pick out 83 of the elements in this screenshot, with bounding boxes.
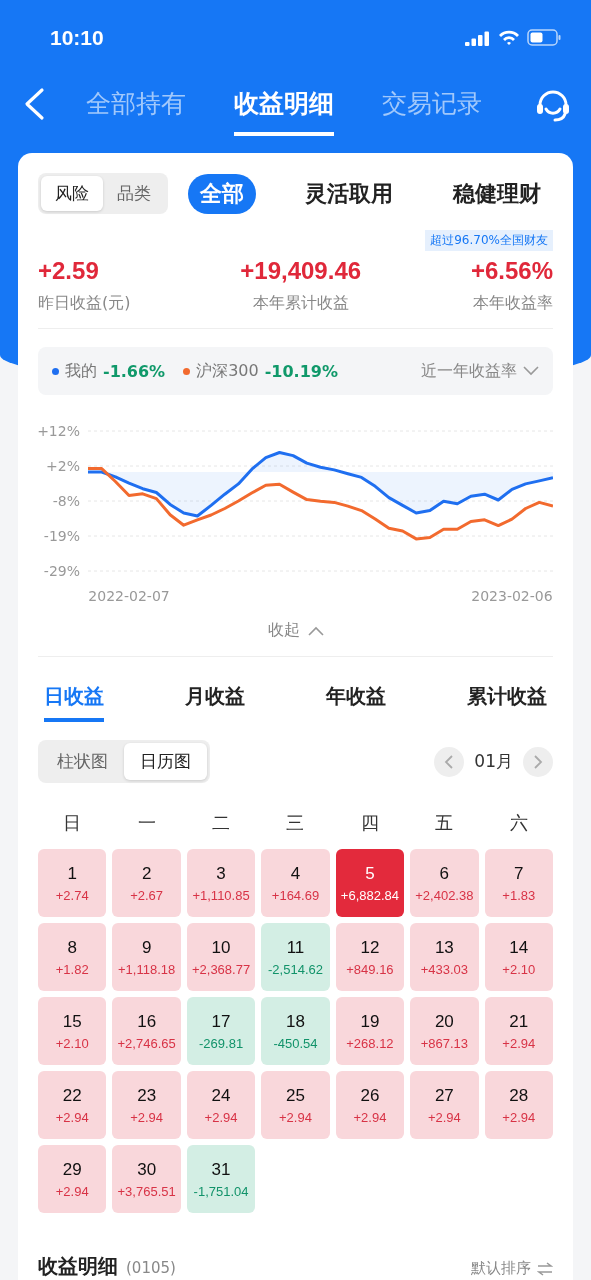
rank-badge: 超过96.70%全国财友 <box>425 230 553 251</box>
headset-icon[interactable] <box>535 89 571 123</box>
calendar-day[interactable]: 7 +1.83 <box>484 849 553 917</box>
calendar-day[interactable]: 14 +2.10 <box>484 923 553 991</box>
axis-label: -8% <box>52 493 80 509</box>
axis-label: -29% <box>43 563 80 579</box>
weekday-label: 二 <box>212 811 231 835</box>
chevron-down-icon <box>523 366 539 376</box>
sort-button[interactable]: 默认排序 <box>471 1259 553 1278</box>
weekday-label: 一 <box>137 811 156 835</box>
record-count: (0105) <box>126 1259 176 1277</box>
calendar-day[interactable]: 2 +2.67 <box>112 849 181 917</box>
weekday-label: 四 <box>360 811 379 835</box>
calendar-day[interactable]: 18 -450.54 <box>261 997 330 1065</box>
view-option[interactable]: 柱状图 <box>41 743 124 780</box>
calendar-day[interactable]: 21 +2.94 <box>484 997 553 1065</box>
legend-value: -1.66% <box>103 361 166 381</box>
section-title: 收益明细 <box>38 1253 118 1280</box>
month-label: 01月 <box>474 750 513 773</box>
calendar-day[interactable]: 4 +164.69 <box>261 849 330 917</box>
calendar-day[interactable]: 30 +3,765.51 <box>112 1145 181 1213</box>
legend-name: 我的 <box>65 360 97 382</box>
stat-value: +19,409.46 <box>240 257 362 285</box>
chevron-left-icon <box>444 753 455 770</box>
stat-value: +6.56% <box>470 257 553 285</box>
axis-label: +2% <box>46 458 80 474</box>
category-tab[interactable]: 全部 <box>188 173 256 214</box>
legend-value: -10.19% <box>264 361 338 381</box>
chevron-up-icon <box>307 625 324 636</box>
calendar-day[interactable]: 9 +1,118.18 <box>112 923 181 991</box>
legend-name: 沪深300 <box>196 360 259 382</box>
axis-label: -19% <box>43 528 80 544</box>
period-tab[interactable]: 累计收益 <box>467 683 547 722</box>
axis-label: +12% <box>38 423 80 439</box>
segment-option[interactable]: 品类 <box>103 176 165 211</box>
axis-label: 2022-02-07 <box>88 588 170 604</box>
view-option[interactable]: 日历图 <box>124 743 207 780</box>
swap-icon <box>537 1261 553 1276</box>
axis-label: 2023-02-06 <box>471 588 553 604</box>
collapse-button[interactable]: 收起 <box>261 619 330 642</box>
category-tab[interactable]: 稳健理财 <box>441 173 553 214</box>
period-tab[interactable]: 日收益 <box>44 683 104 722</box>
battery-icon <box>527 29 561 46</box>
calendar-day[interactable]: 16 +2,746.65 <box>112 997 181 1065</box>
signal-icon <box>465 29 491 46</box>
calendar-day[interactable]: 3 +1,110.85 <box>186 849 256 917</box>
status-time: 10:10 <box>50 25 104 50</box>
stat-label: 昨日收益(元) <box>38 293 131 314</box>
stat-value: +2.59 <box>38 257 100 285</box>
calendar-day[interactable]: 15 +2.10 <box>38 997 107 1065</box>
calendar-day[interactable]: 8 +1.82 <box>38 923 107 991</box>
calendar-day[interactable]: 10 +2,368.77 <box>186 923 256 991</box>
calendar-day[interactable]: 23 +2.94 <box>112 1071 181 1139</box>
calendar-day[interactable]: 22 +2.94 <box>38 1071 107 1139</box>
calendar-day[interactable]: 28 +2.94 <box>484 1071 553 1139</box>
calendar-day[interactable]: 26 +2.94 <box>335 1071 405 1139</box>
calendar-day[interactable]: 19 +268.12 <box>335 997 405 1065</box>
calendar-day[interactable]: 24 +2.94 <box>186 1071 256 1139</box>
category-tab[interactable]: 灵活取用 <box>292 173 405 214</box>
weekday-label: 日 <box>63 811 82 835</box>
stat-label: 本年累计收益 <box>252 293 349 314</box>
chevron-right-icon <box>533 753 543 770</box>
calendar-day[interactable]: 12 +849.16 <box>335 923 405 991</box>
wifi-icon <box>498 29 520 46</box>
calendar-day[interactable]: 20 +867.13 <box>410 997 479 1065</box>
period-tab[interactable]: 月收益 <box>185 683 245 722</box>
calendar-day[interactable]: 1 +2.74 <box>38 849 107 917</box>
calendar-day[interactable]: 17 -269.81 <box>186 997 256 1065</box>
segment-option[interactable]: 风险 <box>41 176 103 211</box>
weekday-label: 五 <box>435 811 454 835</box>
calendar-day[interactable]: 11 -2,514.62 <box>261 923 330 991</box>
calendar-day[interactable]: 27 +2.94 <box>410 1071 479 1139</box>
stat-label: 本年收益率 <box>473 293 553 314</box>
period-tab[interactable]: 年收益 <box>326 683 386 722</box>
calendar-day[interactable]: 5 +6,882.84 <box>335 849 405 917</box>
calendar-day[interactable]: 25 +2.94 <box>261 1071 330 1139</box>
weekday-label: 三 <box>286 811 305 835</box>
calendar-day[interactable]: 31 -1,751.04 <box>186 1145 256 1213</box>
weekday-label: 六 <box>509 811 528 835</box>
calendar-day[interactable]: 29 +2.94 <box>38 1145 107 1213</box>
calendar-day[interactable]: 13 +433.03 <box>410 923 479 991</box>
calendar-day[interactable]: 6 +2,402.38 <box>410 849 479 917</box>
nav-tab[interactable]: 收益明细 <box>234 87 334 136</box>
